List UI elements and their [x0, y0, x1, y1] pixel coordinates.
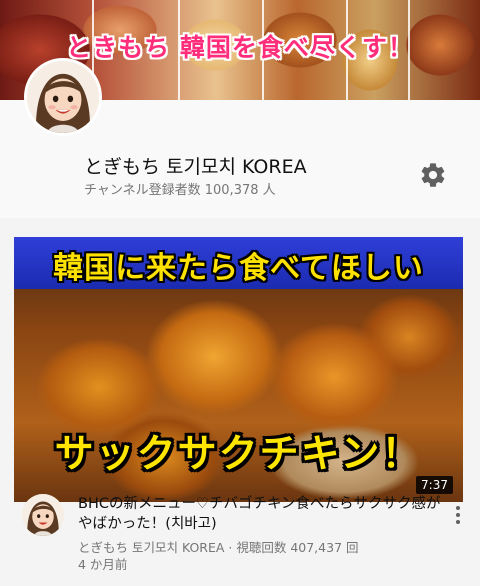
video-meta: BHCの新メニュー♡チバゴチキン食べたらサクサク感がやばかった！(치바고) とぎ… — [0, 494, 480, 586]
channel-avatar-small[interactable] — [22, 494, 64, 536]
channel-and-views: とぎもち 토기모치 KOREA · 視聴回数 407,437 回 — [78, 540, 359, 555]
thumbnail-caption-top: 韓国に来たら食べてほしい — [53, 251, 424, 286]
more-vertical-icon[interactable] — [452, 506, 464, 528]
upload-age: 4 か月前 — [78, 557, 128, 572]
thumbnail-caption-bottom: サックサクチキン！ — [54, 432, 423, 477]
duration-badge: 7:37 — [416, 476, 453, 494]
subscriber-count: チャンネル登録者数 100,378 人 — [84, 183, 276, 198]
video-thumbnail[interactable]: 韓国に来たら食べてほしい サックサクチキン！ 7:37 — [14, 237, 463, 502]
video-subtitle: とぎもち 토기모치 KOREA · 視聴回数 407,437 回 4 か月前 — [78, 539, 408, 573]
channel-name: とぎもち 토기모치 KOREA — [84, 156, 307, 178]
channel-header: とぎもち 토기모치 KOREA チャンネル登録者数 100,378 人 — [0, 58, 480, 218]
video-feed: 韓国に来たら食べてほしい サックサクチキン！ 7:37 BHCの新メニュー♡チバ… — [0, 218, 480, 586]
avatar-illustration — [27, 61, 99, 133]
gear-icon[interactable] — [419, 161, 447, 189]
avatar-illustration — [22, 494, 64, 536]
channel-avatar[interactable] — [24, 58, 102, 136]
video-title[interactable]: BHCの新メニュー♡チバゴチキン食べたらサクサク感がやばかった！(치바고) — [78, 494, 442, 534]
